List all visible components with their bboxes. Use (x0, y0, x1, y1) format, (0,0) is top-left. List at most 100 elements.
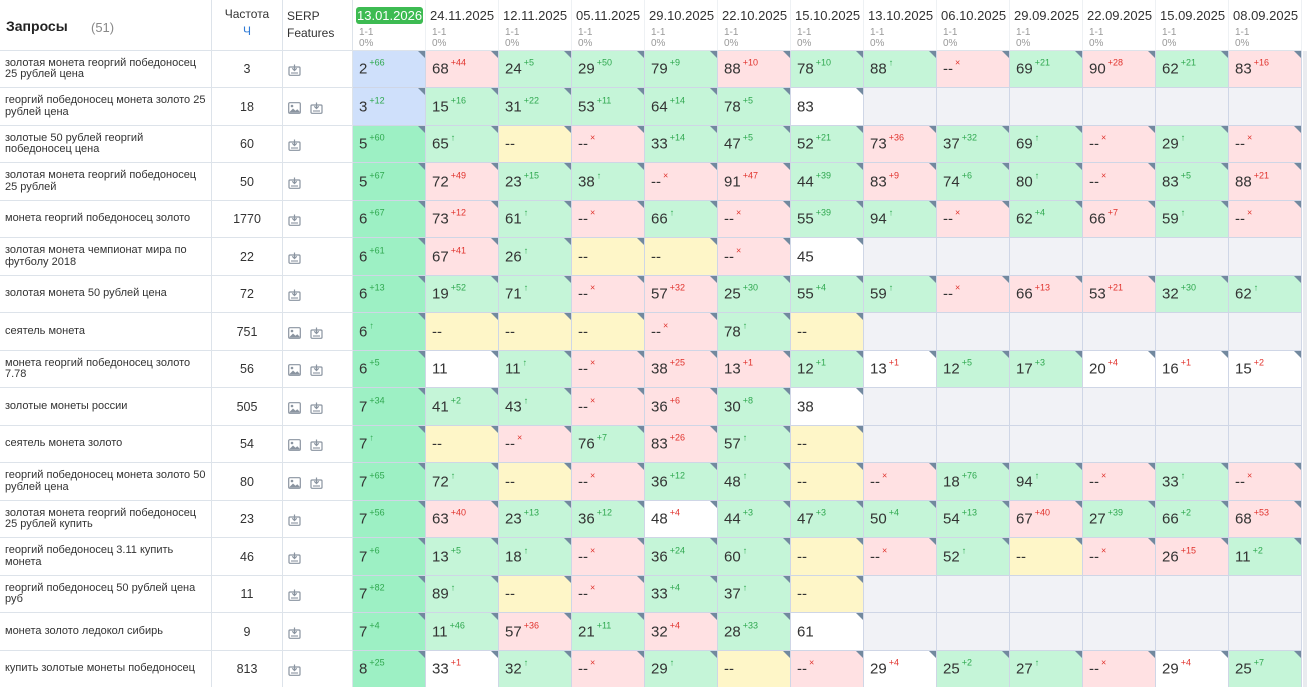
feature-icon[interactable] (310, 438, 323, 451)
query-cell[interactable]: монета георгий победоносец золото 7.78 (0, 351, 212, 388)
position-cell[interactable]: -- × (572, 388, 645, 426)
position-cell[interactable]: 91 +47 (718, 163, 791, 201)
position-cell[interactable]: -- × (1083, 126, 1156, 163)
position-cell[interactable]: 36 +6 (645, 388, 718, 426)
position-cell[interactable]: -- × (572, 538, 645, 576)
position-cell[interactable]: 25 +7 (1229, 651, 1302, 687)
position-cell[interactable]: 11 +46 (426, 613, 499, 651)
position-cell[interactable]: 2 +66 (353, 51, 426, 88)
position-cell[interactable]: 45 (791, 238, 864, 276)
position-cell[interactable]: -- × (1083, 651, 1156, 687)
position-cell[interactable]: 53 +21 (1083, 276, 1156, 313)
feature-icon[interactable] (310, 326, 323, 339)
position-cell[interactable]: 3 +12 (353, 88, 426, 126)
query-cell[interactable]: георгий победоносец монета золото 25 руб… (0, 88, 212, 126)
position-cell[interactable]: 90 +28 (1083, 51, 1156, 88)
query-cell[interactable]: монета георгий победоносец золото (0, 201, 212, 238)
position-cell[interactable]: 48 ↑ (718, 463, 791, 501)
image-icon[interactable] (288, 326, 301, 339)
position-cell[interactable]: 18 +76 (937, 463, 1010, 501)
position-cell[interactable]: 6 +13 (353, 276, 426, 313)
position-cell[interactable]: 6 +61 (353, 238, 426, 276)
position-cell[interactable]: -- × (718, 201, 791, 238)
position-cell[interactable]: -- (426, 313, 499, 351)
feature-icon[interactable] (288, 588, 301, 601)
position-cell[interactable]: 60 ↑ (718, 538, 791, 576)
position-cell[interactable]: -- × (1083, 538, 1156, 576)
position-cell[interactable]: -- (572, 313, 645, 351)
position-cell[interactable]: 54 +13 (937, 501, 1010, 538)
query-cell[interactable]: георгий победоносец 50 рублей цена руб (0, 576, 212, 613)
position-cell[interactable]: 19 +52 (426, 276, 499, 313)
position-cell[interactable]: 78 +10 (791, 51, 864, 88)
date-column-header[interactable]: 22.10.2025 1-1 0% (718, 0, 791, 51)
date-column-header[interactable]: 13.10.2025 1-1 0% (864, 0, 937, 51)
position-cell[interactable]: 5 +60 (353, 126, 426, 163)
feature-icon[interactable] (288, 626, 301, 639)
position-cell[interactable]: -- × (937, 201, 1010, 238)
position-cell[interactable]: 27 ↑ (1010, 651, 1083, 687)
feature-icon[interactable] (310, 476, 323, 489)
position-cell[interactable]: 55 +39 (791, 201, 864, 238)
image-icon[interactable] (288, 476, 301, 489)
position-cell[interactable]: 12 +5 (937, 351, 1010, 388)
date-column-header[interactable]: 29.10.2025 1-1 0% (645, 0, 718, 51)
position-cell[interactable]: 7 +82 (353, 576, 426, 613)
position-cell[interactable]: 18 ↑ (499, 538, 572, 576)
position-cell[interactable]: -- (1010, 538, 1083, 576)
position-cell[interactable]: 29 ↑ (645, 651, 718, 687)
query-cell[interactable]: сеятель монета (0, 313, 212, 351)
position-cell[interactable]: -- (499, 126, 572, 163)
position-cell[interactable]: 29 ↑ (1156, 126, 1229, 163)
position-cell[interactable]: 29 +4 (1156, 651, 1229, 687)
position-cell[interactable]: 79 +9 (645, 51, 718, 88)
position-cell[interactable]: -- × (1083, 463, 1156, 501)
image-icon[interactable] (288, 363, 301, 376)
position-cell[interactable]: 53 +11 (572, 88, 645, 126)
position-cell[interactable]: -- (645, 238, 718, 276)
frequency-header[interactable]: Частота Ч (212, 0, 283, 51)
position-cell[interactable]: -- × (1229, 126, 1302, 163)
position-cell[interactable]: 57 +36 (499, 613, 572, 651)
position-cell[interactable]: -- × (572, 651, 645, 687)
position-cell[interactable]: 68 +53 (1229, 501, 1302, 538)
query-cell[interactable]: золотые монеты россии (0, 388, 212, 426)
position-cell[interactable]: 16 +1 (1156, 351, 1229, 388)
position-cell[interactable]: 8 +25 (353, 651, 426, 687)
query-cell[interactable]: золотая монета георгий победоносец 25 ру… (0, 51, 212, 88)
position-cell[interactable]: 88 ↑ (864, 51, 937, 88)
query-cell[interactable]: золотая монета георгий победоносец 25 ру… (0, 163, 212, 201)
position-cell[interactable]: 33 +14 (645, 126, 718, 163)
position-cell[interactable]: 57 +32 (645, 276, 718, 313)
position-cell[interactable]: 23 +15 (499, 163, 572, 201)
date-column-header[interactable]: 15.09.2025 1-1 0% (1156, 0, 1229, 51)
position-cell[interactable]: 25 +2 (937, 651, 1010, 687)
position-cell[interactable]: 83 (791, 88, 864, 126)
position-cell[interactable]: -- × (791, 651, 864, 687)
position-cell[interactable]: -- × (499, 426, 572, 463)
position-cell[interactable]: 76 +7 (572, 426, 645, 463)
position-cell[interactable]: -- × (864, 538, 937, 576)
position-cell[interactable]: 74 +6 (937, 163, 1010, 201)
position-cell[interactable]: 62 +4 (1010, 201, 1083, 238)
position-cell[interactable]: 15 +16 (426, 88, 499, 126)
feature-icon[interactable] (288, 551, 301, 564)
position-cell[interactable]: 29 +4 (864, 651, 937, 687)
query-cell[interactable]: золотая монета 50 рублей цена (0, 276, 212, 313)
position-cell[interactable]: -- (791, 426, 864, 463)
position-cell[interactable]: 33 +4 (645, 576, 718, 613)
position-cell[interactable]: 59 ↑ (864, 276, 937, 313)
position-cell[interactable]: 6 +67 (353, 201, 426, 238)
position-cell[interactable]: 72 +49 (426, 163, 499, 201)
frequency-type-link[interactable]: Ч (212, 24, 282, 38)
position-cell[interactable]: -- × (1229, 201, 1302, 238)
query-cell[interactable]: золотая монета георгий победоносец 25 ру… (0, 501, 212, 538)
feature-icon[interactable] (288, 138, 301, 151)
position-cell[interactable]: 38 ↑ (572, 163, 645, 201)
position-cell[interactable]: 50 +4 (864, 501, 937, 538)
position-cell[interactable]: -- (572, 238, 645, 276)
position-cell[interactable]: 83 +16 (1229, 51, 1302, 88)
position-cell[interactable]: 37 ↑ (718, 576, 791, 613)
position-cell[interactable]: 38 +25 (645, 351, 718, 388)
position-cell[interactable]: 63 +40 (426, 501, 499, 538)
